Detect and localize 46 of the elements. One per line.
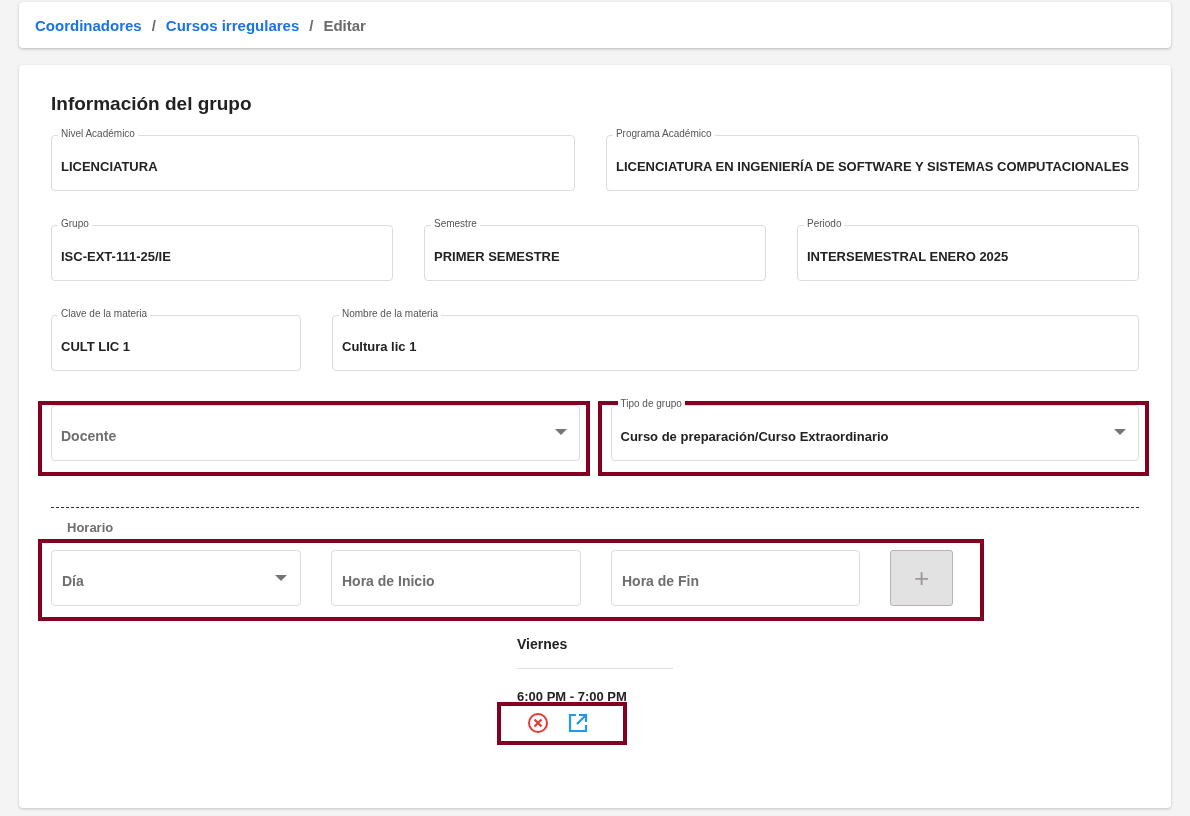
field-placeholder: Hora de Fin (622, 573, 699, 589)
input-field[interactable]: Hora de Fin (611, 550, 860, 606)
field-value: PRIMER SEMESTRE (434, 248, 560, 264)
field-placeholder: Hora de Inicio (342, 573, 435, 589)
field-label: Semestre (431, 218, 480, 229)
input-field[interactable]: Hora de Inicio (331, 550, 581, 606)
input-field[interactable]: Nombre de la materia Cultura lic 1 (332, 308, 1139, 371)
field-label: Periodo (804, 218, 845, 229)
field-value: INTERSEMESTRAL ENERO 2025 (807, 248, 1009, 264)
field-label: Clave de la materia (58, 308, 151, 319)
field-value: Curso de preparación/Curso Extraordinario (620, 428, 889, 444)
field-label: Programa Académico (612, 128, 715, 139)
breadcrumb-separator: / (309, 16, 314, 34)
breadcrumb-current: Editar (323, 16, 366, 34)
field-value: LICENCIATURA EN INGENIERÍA DE SOFTWARE Y SISTEMAS COMPUTACIONALES (615, 158, 1129, 174)
field-label: Grupo (58, 218, 92, 229)
field-value: CULT LIC 1 (61, 338, 131, 354)
field-placeholder: Docente (61, 428, 117, 444)
schedule-title: Horario (67, 520, 115, 536)
remove-icon[interactable] (527, 712, 549, 734)
input-field[interactable]: Nivel Académico LICENCIATURA (51, 128, 575, 191)
caret-icon (1114, 429, 1126, 435)
caret-icon (554, 429, 567, 435)
input-field[interactable]: Periodo INTERSEMESTRAL ENERO 2025 (797, 218, 1139, 281)
input-field[interactable]: Grupo ISC-EXT-111-25/IE (51, 218, 393, 281)
input-field[interactable]: Programa Académico LICENCIATURA EN INGENIERÍA DE SOFTWARE Y SISTEMAS COMPUTACIONALES (605, 128, 1139, 191)
open-external-icon[interactable] (567, 712, 589, 734)
select-field[interactable]: Docente (51, 398, 580, 461)
field-value: LICENCIATURA (61, 158, 158, 174)
breadcrumb-link[interactable]: Cursos irregulares (165, 16, 300, 34)
field-value: ISC-EXT-111-25/IE (61, 248, 171, 264)
select-field[interactable]: Día (51, 550, 301, 606)
field-value: Cultura lic 1 (342, 338, 417, 354)
section-title: Información del grupo (51, 93, 253, 116)
schedule-day: Viernes (517, 636, 673, 652)
field-label: Nivel Académico (58, 128, 138, 139)
field-label: Tipo de grupo (617, 398, 685, 409)
schedule-time: 6:00 PM - 7:00 PM (517, 689, 628, 704)
input-field[interactable]: Semestre PRIMER SEMESTRE (424, 218, 766, 281)
breadcrumb-link[interactable]: Coordinadores (35, 16, 142, 34)
select-field[interactable]: Tipo de grupo Curso de preparación/Curso Extraordinario (610, 398, 1139, 461)
caret-icon (275, 575, 287, 581)
field-label: Nombre de la materia (339, 308, 442, 319)
field-placeholder: Día (62, 573, 84, 589)
input-field[interactable]: Clave de la materia CULT LIC 1 (51, 308, 301, 371)
breadcrumb-separator: / (151, 16, 156, 34)
